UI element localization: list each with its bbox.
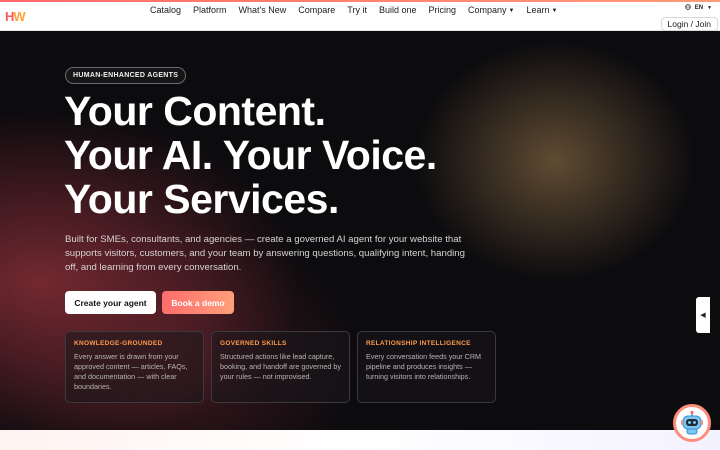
nav-item-learn-label: Learn [526,5,550,15]
chat-widget-button[interactable] [673,404,711,442]
nav-item-company-label: Company [468,5,507,15]
headline-line-1: Your Content. [64,88,326,134]
create-agent-button[interactable]: Create your agent [65,291,156,314]
hero-subtext: Built for SMEs, consultants, and agencie… [65,234,465,273]
feature-card-skills: GOVERNED SKILLS Structured actions like … [211,331,350,403]
feature-card-body: Every conversation feeds your CRM pipeli… [366,352,482,381]
book-demo-button[interactable]: Book a demo [162,291,234,314]
nav-item-try-it[interactable]: Try it [347,5,367,20]
nav-item-compare[interactable]: Compare [298,5,335,20]
globe-icon [684,4,691,12]
feature-card-title: GOVERNED SKILLS [220,340,287,347]
feature-card-knowledge: KNOWLEDGE-GROUNDED Every answer is drawn… [65,331,204,403]
brand-logo[interactable]: HW [5,9,26,24]
headline-line-2: Your AI. Your Voice. [64,132,437,178]
feature-card-title: RELATIONSHIP INTELLIGENCE [366,340,471,347]
feature-card-body: Structured actions like lead capture, bo… [220,352,341,381]
hero-badge: HUMAN-ENHANCED AGENTS [65,67,187,84]
feature-card-relationship: RELATIONSHIP INTELLIGENCE Every conversa… [357,331,496,403]
language-switcher[interactable]: EN ▼ [684,4,712,12]
language-code: EN [694,5,704,11]
arrow-left-icon: ◀ [700,312,706,319]
nav-item-learn[interactable]: Learn ▼ [527,5,558,20]
feature-card-body: Every answer is drawn from your approved… [74,352,188,391]
side-panel-toggle[interactable]: ◀ [696,297,710,333]
top-navbar: HW Catalog Platform What's New Compare T… [0,2,720,31]
nav-item-catalog[interactable]: Catalog [150,5,181,20]
feature-card-title: KNOWLEDGE-GROUNDED [74,340,163,347]
next-section-preview [0,430,720,450]
nav-item-pricing[interactable]: Pricing [429,5,457,20]
chevron-down-icon: ▼ [551,8,558,14]
hero-section: HUMAN-ENHANCED AGENTS Your Content. Your… [0,31,720,430]
hero-headline: Your Content. Your AI. Your Voice. Your … [64,89,437,221]
chevron-down-icon: ▼ [707,5,712,11]
nav-item-whats-new[interactable]: What's New [239,5,287,20]
main-nav: Catalog Platform What's New Compare Try … [150,5,557,20]
nav-item-platform[interactable]: Platform [193,5,227,20]
chevron-down-icon: ▼ [508,8,515,14]
robot-icon [681,410,703,435]
nav-item-build-one[interactable]: Build one [379,5,417,20]
headline-line-3: Your Services. [64,176,339,222]
nav-item-company[interactable]: Company ▼ [468,5,514,20]
login-button[interactable]: Login / Join [660,17,718,31]
